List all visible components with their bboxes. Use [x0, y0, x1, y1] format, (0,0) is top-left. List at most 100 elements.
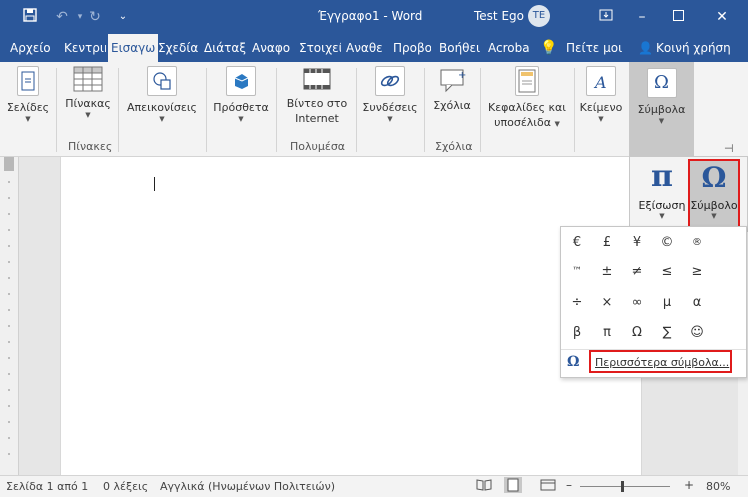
- ribbon-display-options-icon[interactable]: [596, 7, 616, 27]
- symbol-cell[interactable]: ≥: [683, 261, 711, 283]
- lightbulb-icon[interactable]: 💡: [540, 34, 556, 62]
- symbol-cell[interactable]: π: [593, 322, 621, 344]
- header-footer-label-line1: Κεφαλίδες και: [488, 101, 566, 114]
- customize-toolbar-icon[interactable]: ⌄: [113, 7, 133, 27]
- symbol-cell[interactable]: Ω: [623, 322, 651, 344]
- more-symbols-row[interactable]: Ω Περισσότερα σύμβολα...: [561, 349, 746, 376]
- symbol-cell[interactable]: ≤: [653, 261, 681, 283]
- tab-insert[interactable]: Εισαγω: [108, 34, 158, 62]
- tab-home[interactable]: Κεντρικ: [64, 34, 106, 62]
- addins-label: Πρόσθετα: [213, 101, 269, 114]
- share-button[interactable]: Κοινή χρήση: [656, 34, 746, 62]
- tab-review[interactable]: Αναθε: [346, 34, 388, 62]
- symbol-dropdown: € £ ¥ © ® ™ ± ≠ ≤ ≥ ÷ × ∞ µ α β π Ω ∑ ☺ …: [560, 226, 747, 378]
- read-mode-icon[interactable]: [476, 478, 492, 495]
- user-name[interactable]: Test Ego: [474, 9, 524, 23]
- chevron-down-icon: ▼: [658, 117, 665, 125]
- zoom-slider-thumb[interactable]: [621, 481, 624, 492]
- symbol-cell[interactable]: ±: [593, 261, 621, 283]
- tab-references[interactable]: Αναφο: [252, 34, 294, 62]
- symbol-cell[interactable]: ÷: [563, 292, 591, 314]
- symbol-cell[interactable]: £: [593, 232, 621, 254]
- tab-view[interactable]: Προβο: [393, 34, 431, 62]
- symbol-cell[interactable]: ∑: [653, 322, 681, 344]
- minimize-icon[interactable]: –: [632, 7, 652, 27]
- zoom-level[interactable]: 80%: [706, 480, 730, 493]
- chevron-down-icon: ▼: [554, 120, 560, 128]
- undo-icon[interactable]: ↶: [52, 7, 72, 27]
- symbol-cell[interactable]: ≠: [623, 261, 651, 283]
- symbol-cell[interactable]: β: [563, 322, 591, 344]
- online-video-button[interactable]: Βίντεο στο Internet: [282, 66, 352, 126]
- more-symbols-button[interactable]: Περισσότερα σύμβολα...: [589, 350, 732, 373]
- print-layout-icon[interactable]: [504, 477, 522, 493]
- symbol-cell[interactable]: €: [563, 232, 591, 254]
- pages-icon: [17, 66, 39, 96]
- comments-button[interactable]: + Σχόλια: [428, 66, 476, 113]
- chevron-down-icon: ▼: [387, 115, 393, 123]
- page-count[interactable]: Σελίδα 1 από 1: [6, 480, 88, 493]
- word-count[interactable]: 0 λέξεις: [103, 480, 148, 493]
- online-video-label-line1: Βίντεο στο: [286, 97, 348, 110]
- maximize-icon[interactable]: [668, 7, 688, 27]
- text-button[interactable]: A Κείμενο ▼: [578, 66, 624, 123]
- addins-button[interactable]: Πρόσθετα ▼: [210, 66, 272, 123]
- chevron-down-icon: ▼: [85, 111, 91, 119]
- shapes-icon: [147, 66, 177, 96]
- table-icon: [73, 66, 103, 92]
- document-title: Έγγραφο1 - Word: [318, 9, 423, 23]
- table-button[interactable]: Πίνακας ▼: [62, 66, 114, 119]
- symbol-cell[interactable]: µ: [653, 292, 681, 314]
- redo-icon[interactable]: ↻: [85, 7, 105, 27]
- tab-file[interactable]: Αρχείο: [10, 34, 54, 62]
- tab-design[interactable]: Σχεδίασ: [158, 34, 198, 62]
- symbol-button[interactable]: Ω Σύμβολο ▼: [688, 159, 740, 228]
- equation-button[interactable]: π Εξίσωση ▼: [634, 159, 690, 227]
- links-button[interactable]: Συνδέσεις ▼: [360, 66, 420, 123]
- share-person-icon[interactable]: 👤: [638, 34, 652, 62]
- chevron-down-icon: ▼: [159, 115, 165, 123]
- symbol-cell[interactable]: ©: [653, 232, 681, 254]
- tab-layout[interactable]: Διάταξ: [204, 34, 248, 62]
- pin-ribbon-icon[interactable]: ⊣: [724, 142, 734, 155]
- symbol-cell[interactable]: ☺: [683, 322, 711, 344]
- web-layout-icon[interactable]: [540, 478, 556, 495]
- svg-text:A: A: [593, 73, 607, 92]
- symbol-cell[interactable]: ×: [593, 292, 621, 314]
- text-label: Κείμενο: [579, 101, 623, 114]
- chevron-down-icon: ▼: [659, 212, 665, 220]
- close-icon[interactable]: ✕: [712, 7, 732, 27]
- symbol-cell[interactable]: α: [683, 292, 711, 314]
- pages-button[interactable]: Σελίδες ▼: [4, 66, 52, 123]
- zoom-in-icon[interactable]: +: [684, 478, 694, 492]
- symbols-button[interactable]: Ω Σύμβολα ▼: [629, 62, 694, 156]
- symbol-cell[interactable]: ¥: [623, 232, 651, 254]
- zoom-out-icon[interactable]: –: [566, 478, 572, 492]
- film-strip-icon: [302, 66, 332, 92]
- title-bar: ↶ ▾ ↻ ⌄ Έγγραφο1 - Word Test Ego TE – ✕: [0, 0, 748, 34]
- avatar[interactable]: TE: [528, 5, 550, 27]
- tab-help[interactable]: Βοήθει: [439, 34, 481, 62]
- header-footer-icon: [515, 66, 539, 96]
- language-indicator[interactable]: Αγγλικά (Ηνωμένων Πολιτειών): [160, 480, 335, 493]
- svg-text:+: +: [458, 70, 466, 81]
- zoom-slider[interactable]: [580, 486, 670, 487]
- tab-mailings[interactable]: Στοιχεί: [299, 34, 341, 62]
- omega-icon: Ω: [646, 68, 677, 98]
- tell-me-search[interactable]: Πείτε μοι: [566, 34, 626, 62]
- document-page[interactable]: [60, 157, 642, 475]
- header-footer-label-line2: υποσέλιδα: [494, 116, 551, 129]
- tab-acrobat[interactable]: Acroba: [488, 34, 530, 62]
- symbol-cell[interactable]: ™: [563, 261, 591, 283]
- comments-label: Σχόλια: [433, 99, 471, 112]
- ribbon: Σελίδες ▼ Πίνακας ▼ Πίνακες Απεικονίσεις…: [0, 62, 748, 157]
- symbol-cell[interactable]: ®: [683, 232, 711, 254]
- group-divider: [424, 68, 425, 152]
- header-footer-button[interactable]: Κεφαλίδες και υποσέλιδα ▼: [484, 66, 570, 132]
- illustrations-button[interactable]: Απεικονίσεις ▼: [122, 66, 202, 123]
- symbol-cell[interactable]: ∞: [623, 292, 651, 314]
- vertical-ruler: [0, 157, 19, 475]
- save-icon[interactable]: [20, 7, 40, 27]
- omega-icon: Ω: [701, 161, 727, 194]
- textbox-icon: A: [586, 66, 616, 96]
